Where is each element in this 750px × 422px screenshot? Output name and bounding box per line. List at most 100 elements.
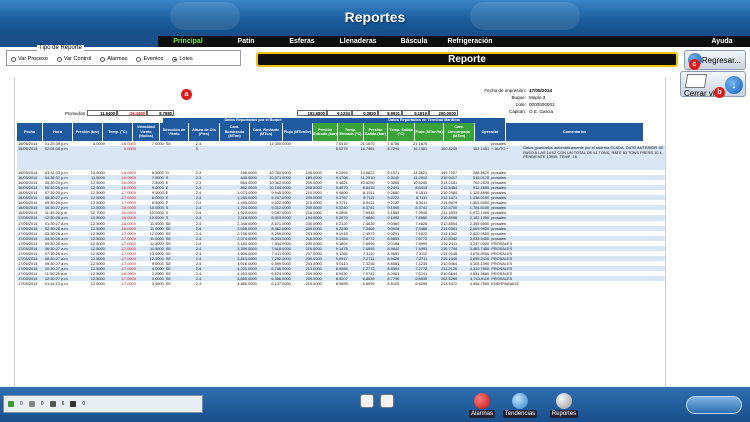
column-header: Flujo (MTon/hr) <box>415 123 444 141</box>
prom-temp: -16.4400 <box>117 110 147 116</box>
radio-dot[interactable] <box>56 56 62 62</box>
prom-viento: 8.7880 <box>147 110 174 116</box>
radio-eventos[interactable]: Eventos <box>136 56 163 62</box>
tendencias-button[interactable]: Tendencias <box>502 393 538 419</box>
table-cell: Datos guardados automáticamente por el s… <box>522 146 665 171</box>
radio-label: Var Control <box>63 56 92 62</box>
table-cell: 4,996.7500 <box>469 281 490 287</box>
radio-dot[interactable] <box>100 56 106 62</box>
prom-flujo: 192.6800 <box>297 110 327 116</box>
column-header: Cant. Descargada (MTon) <box>444 123 475 141</box>
column-header: Fecha <box>17 123 43 141</box>
app-header: Reportes <box>0 0 750 33</box>
promedios-row: Promedios 11.5400 -16.4400 8.7880 192.68… <box>55 110 458 116</box>
table-cell: 3.0000 <box>151 281 164 287</box>
table-cell <box>291 146 323 171</box>
radio-lotes[interactable]: Lotes <box>172 56 193 62</box>
tool-icon-2[interactable] <box>380 394 394 408</box>
radio-dot[interactable] <box>11 56 16 62</box>
status-count-4: 0 <box>82 401 86 407</box>
cerrar-visor-button[interactable]: Cerrar visor ↓ <box>680 71 746 98</box>
column-header: Presión (bar) <box>73 123 103 141</box>
alarmas-button[interactable]: Alarmas <box>464 393 500 419</box>
table-cell: 02:01:08 p.m <box>43 146 75 171</box>
table-cell: 213.4472 <box>440 281 458 287</box>
status-count-2: 0 <box>40 401 44 407</box>
table-cell: 6,137.0000 <box>271 281 291 287</box>
column-header: Cant. Restante (MTon) <box>250 123 283 141</box>
prom-temp-entrada: 0.3820 <box>352 110 378 116</box>
download-icon[interactable]: ↓ <box>725 76 743 94</box>
column-header: Flujo (MTon/hr) <box>283 123 313 141</box>
table-header: Fecha Hora Presión (bar) Temp. (°C) Velocida… <box>17 123 644 141</box>
trend-icon <box>512 393 528 409</box>
report-type-group: Tipo de Reporte Var Proceso Var Control Al… <box>6 45 241 66</box>
lote-value: 0000000001 <box>529 102 555 107</box>
marker-a: a <box>181 89 192 100</box>
table-cell: 6.6099 <box>362 281 375 287</box>
column-header: Presión Salida (bar) <box>364 123 388 141</box>
prom-pres-salida: 8.9931 <box>378 110 402 116</box>
status-count-1: 0 <box>20 401 23 407</box>
table-cell: 16.7461 <box>348 146 376 171</box>
menu-llenaderas[interactable]: Llenaderas <box>330 38 386 45</box>
lotes-table: 16/05/2014 01:25:39 p.m 4.0000 -16.0000 7.00… <box>17 141 665 286</box>
print-date: 17/05/2014 <box>529 88 552 93</box>
prom-flujo-terminal: 200.0000 <box>429 110 458 116</box>
table-cell: 12.5000 <box>90 281 105 287</box>
column-header: Temp. (°C) <box>103 123 133 141</box>
capitan-value: O.E. Garcia <box>529 109 553 114</box>
menu-esferas[interactable]: Esferas <box>274 38 330 45</box>
table-cell: 17/05/2014 <box>18 281 38 287</box>
table-cell <box>226 146 258 171</box>
table-row: 16/05/2014 02:01:08 p.m 0.0000 0 8.0279 16.74… <box>17 146 665 171</box>
column-header: Hora <box>43 123 73 141</box>
column-header: Altura de Ola (Pies) <box>189 123 220 141</box>
column-header: Temp. Salida (°C) <box>388 123 415 141</box>
radio-dot[interactable] <box>136 56 142 62</box>
status-bar: 0 0 6 0 <box>3 395 203 413</box>
radio-label: Eventos <box>143 56 164 62</box>
table-cell: 2-4 <box>195 281 202 287</box>
table-cell: 8.7294 <box>375 146 401 171</box>
company-logo <box>686 396 742 414</box>
tendencias-label: Tendencias <box>502 410 538 418</box>
menu-principal[interactable]: Principal <box>158 38 218 45</box>
column-header: Dirección de Viento <box>160 123 189 141</box>
report-banner-label: Reporte <box>448 54 486 65</box>
status-count-3: 6 <box>61 401 65 407</box>
status-info-icon <box>49 401 56 407</box>
tool-icon-1[interactable] <box>360 394 374 408</box>
marker-c: c <box>689 59 700 70</box>
table-cell: 16/05/2014 <box>17 146 44 171</box>
prom-presion: 11.5400 <box>87 110 117 116</box>
radio-dot[interactable] <box>172 56 178 62</box>
radio-label: Lotes <box>179 56 193 62</box>
marker-b: b <box>714 87 725 98</box>
buque-value: Maple 3 <box>529 95 546 100</box>
table-cell <box>136 146 165 171</box>
menu-báscula[interactable]: Báscula <box>386 38 442 45</box>
radio-label: Alarmas <box>107 56 128 62</box>
radio-var-control[interactable]: Var Control <box>56 56 92 62</box>
table-cell: 6.6099 <box>415 281 428 287</box>
table-cell: 0 <box>194 146 227 171</box>
report-viewer[interactable]: a Fecha de impresión: 17/05/2014 Buque: Ma… <box>14 77 666 387</box>
menu-ayuda[interactable]: Ayuda <box>694 38 750 45</box>
table-cell: 4,880.0000 <box>237 281 257 287</box>
main-menu: Principal Patin Esferas Llenaderas Báscula Re… <box>158 36 750 47</box>
table-cell: 01:44:13 p.m <box>44 281 68 287</box>
prom-temp-salida: 9.1810 <box>402 110 429 116</box>
prom-pres-entrada: 9.1234 <box>327 110 352 116</box>
table-cell <box>164 146 195 171</box>
column-header: Velocidad Viento (Nudos) <box>133 123 160 141</box>
radio-var-proceso[interactable]: Var Proceso <box>11 56 48 62</box>
menu-patin[interactable]: Patin <box>218 38 274 45</box>
status-warn-icon <box>28 401 35 407</box>
table-cell: SE <box>165 281 171 287</box>
status-ok-icon <box>8 401 14 407</box>
reportes-button[interactable]: Reportes <box>546 393 582 419</box>
document-icon <box>684 74 708 88</box>
menu-refrigeración[interactable]: Refrigeración <box>442 38 498 45</box>
radio-alarmas[interactable]: Alarmas <box>100 56 127 62</box>
